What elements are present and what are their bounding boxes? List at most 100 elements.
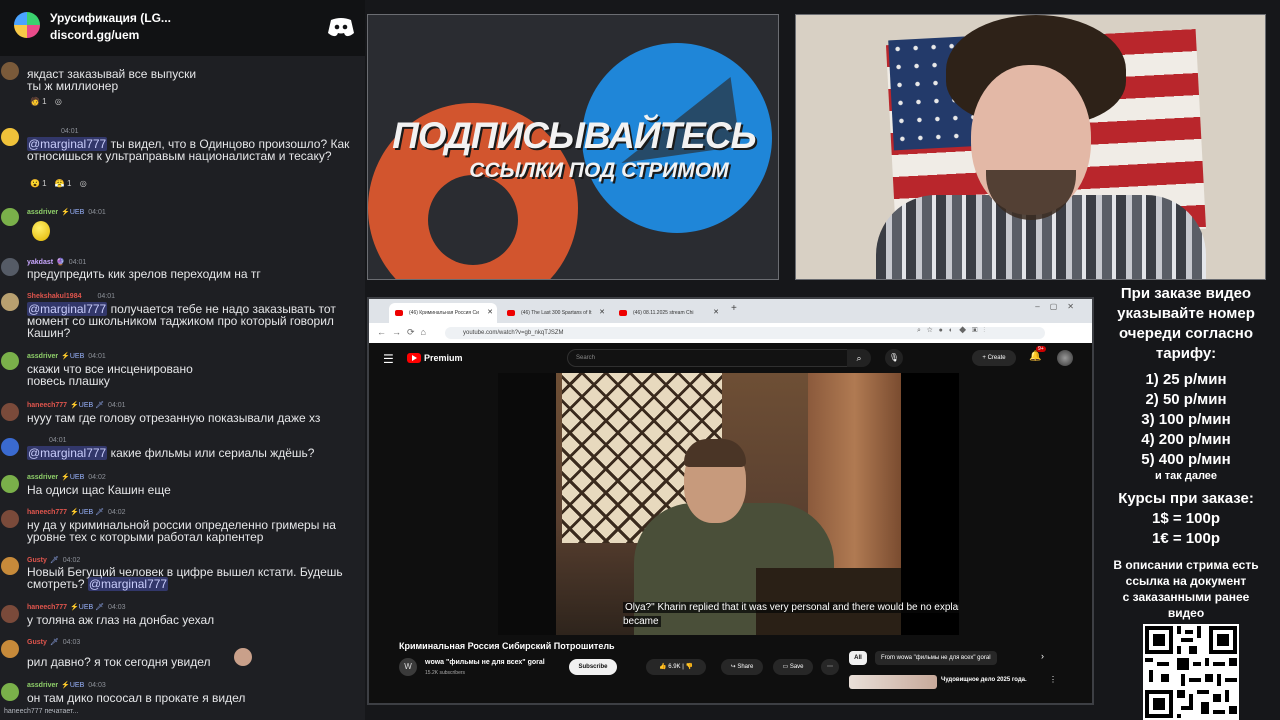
avatar[interactable] [1, 557, 19, 575]
share-button[interactable]: ↪ Share [721, 659, 763, 675]
close-icon[interactable]: ✕ [599, 303, 605, 323]
message-text: На одиси щас Кашин еще [27, 483, 171, 497]
mention[interactable]: @marginal777 [27, 446, 108, 460]
username[interactable]: Shekshakul1984 [27, 293, 81, 300]
new-tab-icon[interactable]: + [731, 303, 737, 314]
info-line: При заказе видео [1120, 285, 1252, 302]
server-header[interactable]: Урусификация (LG... discord.gg/uem [0, 0, 365, 56]
avatar[interactable] [1, 475, 19, 493]
avatar[interactable] [1, 605, 19, 623]
username[interactable]: haneech777 [27, 509, 67, 516]
reactions[interactable]: 🧑 1 ◎ [30, 97, 68, 106]
message-text: Новый Бегущий человек в цифре вышел кста… [27, 565, 363, 591]
server-name: Урусификация (LG... [50, 11, 171, 25]
timestamp: 04:02 [88, 474, 106, 481]
channel-avatar[interactable]: W [399, 658, 417, 676]
reaction[interactable]: 🧑 1 [30, 97, 47, 106]
like-button[interactable]: 👍 6.9K | 👎 [646, 659, 706, 675]
message-meta: haneech777 ⚡UEB 🗡 04:03 [27, 603, 126, 611]
video-player[interactable]: Olya?" Kharin replied that it was very p… [498, 373, 959, 635]
channel-name[interactable]: wowa "фильмы не для всех" goral [425, 659, 545, 666]
username[interactable]: Gusty [27, 639, 47, 646]
tariff: 4) 200 р/мин [1141, 431, 1231, 448]
menu-icon[interactable]: ☰ [383, 352, 394, 366]
avatar[interactable] [1, 62, 19, 80]
server-invite-link[interactable]: discord.gg/uem [50, 28, 139, 42]
badge: ⚡UEB [61, 209, 85, 216]
badge: ⚡UEB 🗡 [70, 402, 105, 409]
username[interactable]: assdriver [27, 209, 58, 216]
timestamp: 04:02 [108, 509, 126, 516]
more-vert-icon[interactable]: ⋮ [1049, 675, 1057, 684]
video-frame[interactable] [556, 373, 901, 635]
subscribe-button[interactable]: Subscribe [569, 659, 617, 675]
chevron-right-icon[interactable]: › [1041, 651, 1044, 661]
microphone-icon[interactable]: 🎙 [885, 349, 903, 367]
close-icon[interactable]: ✕ [487, 303, 493, 323]
rate: 1$ = 100р [1152, 510, 1220, 527]
message-text: ну да у криминальной россии определенно … [27, 518, 340, 544]
message-meta: haneech777 ⚡UEB 🗡 04:02 [27, 508, 126, 516]
recommendation-thumbnail[interactable] [849, 675, 937, 689]
avatar[interactable] [1, 403, 19, 421]
bell-icon[interactable]: 🔔 [1029, 351, 1041, 362]
youtube-brand[interactable]: Premium [424, 353, 463, 363]
window-controls[interactable]: –▢✕ [1035, 302, 1084, 311]
youtube-favicon-icon [507, 310, 515, 316]
username[interactable]: assdriver [27, 474, 58, 481]
close-icon[interactable]: ✕ [713, 303, 719, 323]
search-icon[interactable]: ⌕ [847, 349, 871, 367]
username[interactable]: assdriver [27, 353, 58, 360]
order-info-panel: При заказе видео указывайте номер очеред… [1098, 284, 1274, 624]
avatar[interactable] [1, 438, 19, 456]
server-avatar [14, 12, 40, 38]
badge: ⚡UEB 🗡 [70, 509, 105, 516]
reaction[interactable]: 😮 1 [30, 179, 47, 188]
chip-from-channel[interactable]: From wowa "фильмы не для всех" goral [875, 651, 997, 665]
mention[interactable]: @marginal777 [87, 577, 169, 591]
username[interactable]: haneech777 [27, 604, 67, 611]
extension-icons[interactable]: ⌕☆●◐◆▣⋮ [917, 327, 991, 335]
username[interactable]: haneech777 [27, 402, 67, 409]
notification-badge: 9+ [1036, 346, 1046, 352]
emoji-icon [32, 221, 50, 241]
message-meta: assdriver ⚡UEB 04:03 [27, 681, 106, 689]
username[interactable]: yakdast [27, 259, 53, 266]
more-icon[interactable]: ⋯ [821, 659, 839, 675]
badge: ⚡UEB [61, 474, 85, 481]
search-input[interactable]: Search [567, 349, 867, 367]
youtube-logo-icon[interactable] [407, 353, 421, 363]
timestamp: 04:02 [62, 557, 81, 564]
username[interactable]: assdriver [27, 682, 58, 689]
account-avatar[interactable] [1057, 350, 1073, 366]
avatar[interactable] [1, 128, 19, 146]
timestamp: 04:01 [68, 259, 87, 266]
reactions[interactable]: 😮 1 😤 1 ◎ [30, 179, 93, 188]
reaction[interactable]: ◎ [80, 179, 87, 188]
nav-buttons[interactable]: ←→⟳⌂ [377, 327, 432, 338]
video-caption: Olya?" Kharin replied that it was very p… [623, 601, 959, 629]
reaction[interactable]: ◎ [55, 97, 62, 106]
message-text: рил давно? я ток сегодня увидел [27, 655, 211, 669]
create-button[interactable]: + Create [972, 350, 1016, 366]
save-button[interactable]: ▭ Save [773, 659, 813, 675]
browser-tab[interactable]: (46) Криминальная Россия Си ✕ [389, 303, 497, 323]
avatar[interactable] [1, 208, 19, 226]
chip-all[interactable]: All [849, 651, 867, 665]
browser-tab[interactable]: (46) 08.11.2025 stream Chi ✕ [613, 303, 723, 323]
avatar[interactable] [1, 683, 19, 701]
message-text: якдаст заказывай все выпуски ты ж миллио… [27, 67, 197, 93]
avatar[interactable] [1, 510, 19, 528]
browser-tab[interactable]: (46) The Last 300 Spartans of It ✕ [501, 303, 609, 323]
avatar[interactable] [1, 293, 19, 311]
avatar[interactable] [1, 640, 19, 658]
recommendation-title[interactable]: Чудовищное дело 2025 года. [941, 677, 1027, 683]
reaction[interactable]: 😤 1 [55, 179, 72, 188]
message-body: Новый Бегущий человек в цифре вышел кста… [27, 565, 346, 591]
youtube-header: ☰ Premium Search ⌕ 🎙 + Create 🔔 9+ [369, 343, 1092, 373]
username[interactable]: Gusty [27, 557, 47, 564]
video-title: Криминальная Россия Сибирский Потрошител… [399, 641, 615, 651]
avatar[interactable] [1, 352, 19, 370]
browser-window: (46) Криминальная Россия Си ✕ (46) The L… [367, 297, 1094, 705]
avatar[interactable] [1, 258, 19, 276]
